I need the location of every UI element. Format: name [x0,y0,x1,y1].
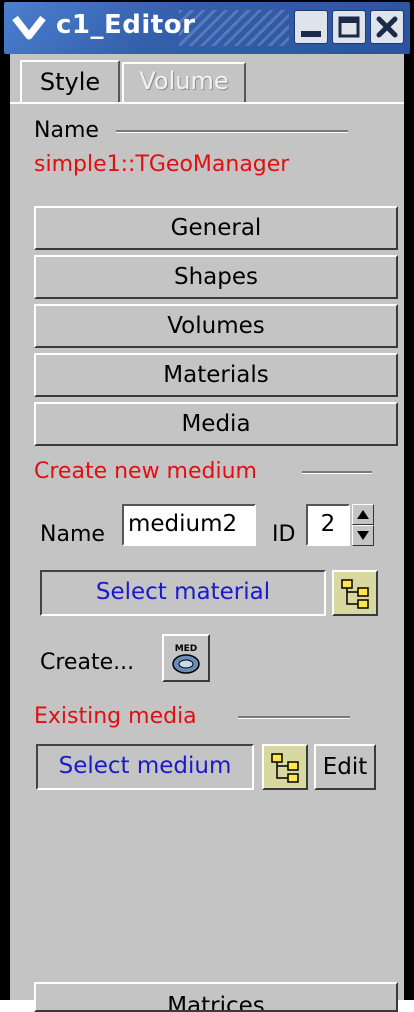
medium-id-label: ID [272,522,296,547]
media-button[interactable]: Media [34,402,398,446]
close-button[interactable] [370,10,404,44]
tab-volume-label: Volume [139,67,229,95]
browse-medium-button[interactable] [262,744,308,790]
medium-name-label: Name [40,522,105,547]
minimize-icon [301,31,321,37]
close-icon [376,16,398,38]
medium-id-input[interactable]: 2 [306,504,350,546]
volumes-button[interactable]: Volumes [34,304,398,348]
edit-medium-button[interactable]: Edit [314,744,376,790]
browse-material-button[interactable] [332,570,378,616]
editor-panel: Style Volume Name simple1::TGeoManager G… [10,54,404,1012]
general-button[interactable]: General [34,206,398,250]
name-label: Name [34,118,99,143]
tree-browser-icon [341,579,369,609]
title-bar[interactable]: c1_Editor [4,2,410,54]
tab-divider [10,102,404,104]
shapes-button[interactable]: Shapes [34,255,398,299]
materials-button[interactable]: Materials [34,353,398,397]
create-label: Create... [40,650,135,675]
create-medium-header: Create new medium [34,459,257,484]
window-frame: c1_Editor Style Volume Name simple1::TGe… [0,0,414,1012]
maximize-button[interactable] [332,10,366,44]
medium-create-icon: MED [172,644,200,674]
medium-name-input[interactable]: medium2 [122,504,256,546]
matrices-button[interactable]: Matrices [34,982,398,1012]
tab-style-label: Style [39,68,101,96]
tab-style[interactable]: Style [20,60,120,104]
tree-browser-icon [271,753,299,783]
create-medium-separator [302,471,372,474]
create-icon-text: MED [175,644,198,654]
select-material-field[interactable]: Select material [40,570,326,616]
select-medium-field[interactable]: Select medium [36,744,254,790]
name-separator [116,130,348,133]
existing-media-header: Existing media [34,704,197,729]
maximize-icon [338,16,360,38]
object-name: simple1::TGeoManager [34,152,290,177]
create-medium-button[interactable]: MED [162,634,210,682]
tab-volume[interactable]: Volume [122,62,246,102]
id-spin-down[interactable] [352,525,374,546]
arrow-up-icon [357,510,369,519]
title-bar-texture [179,10,289,46]
existing-media-separator [238,716,350,719]
minimize-button[interactable] [294,10,328,44]
arrow-down-icon [357,531,369,540]
window-title: c1_Editor [56,10,196,40]
id-spin-up[interactable] [352,504,374,525]
chevron-down-icon[interactable] [12,12,46,44]
